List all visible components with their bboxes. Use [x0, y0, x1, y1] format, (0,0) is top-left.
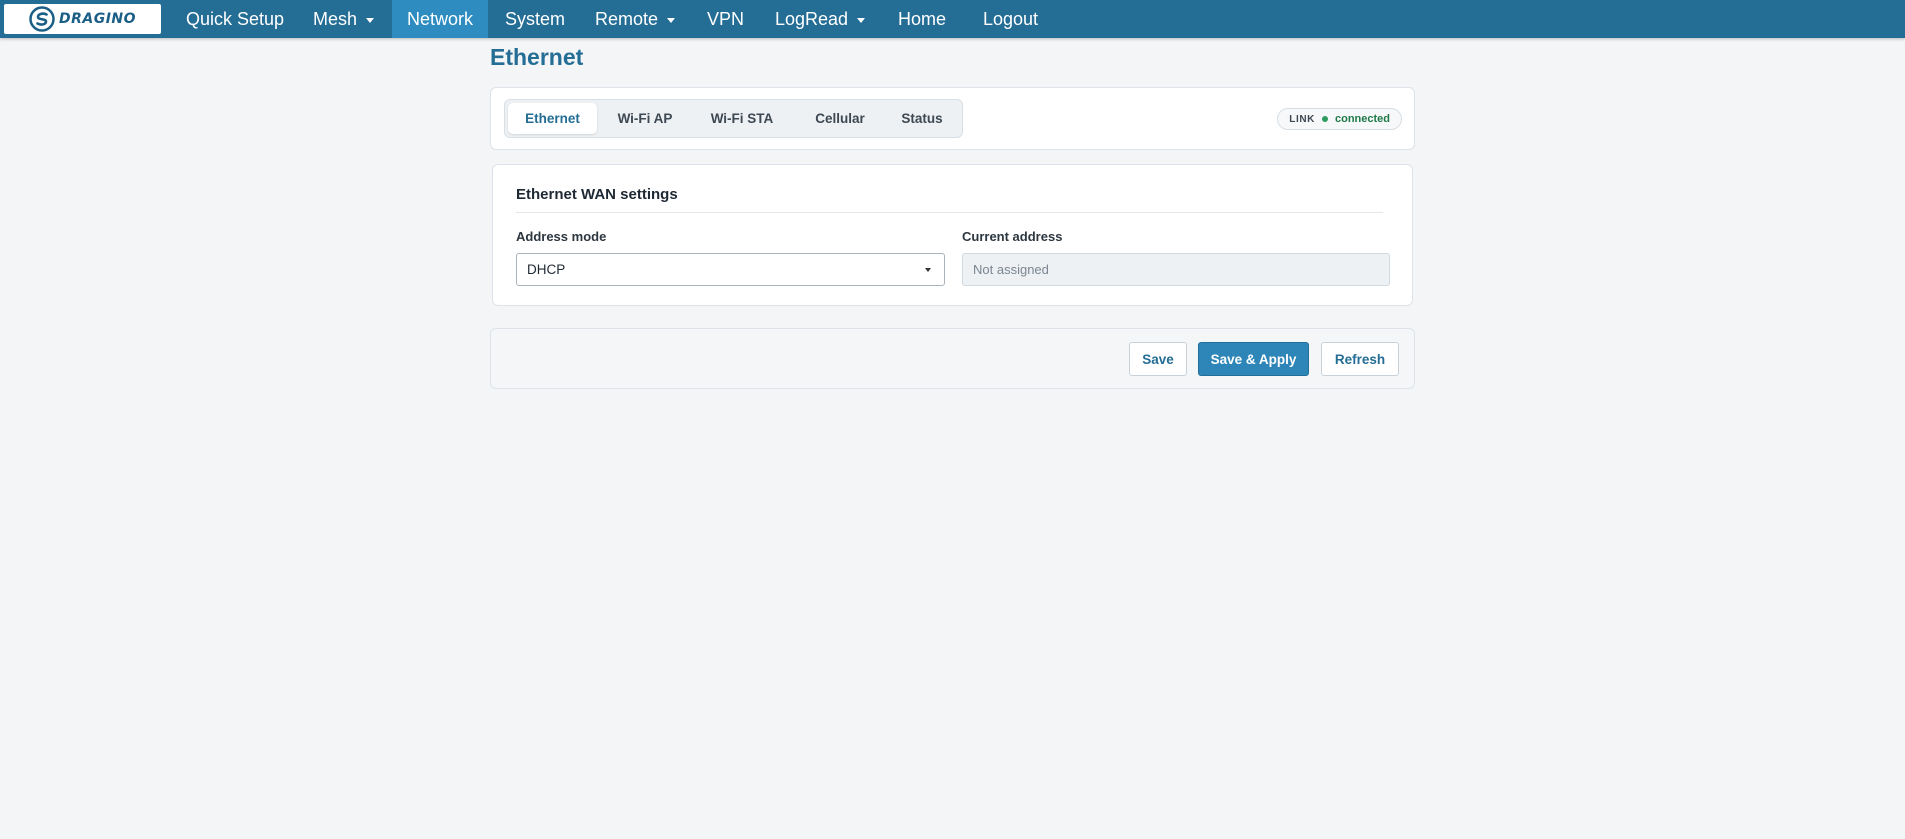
nav-mesh[interactable]: Mesh: [313, 0, 375, 38]
chevron-down-icon: [925, 268, 931, 272]
dragino-logo-icon: [29, 6, 55, 32]
nav-mesh-label: Mesh: [313, 8, 358, 29]
nav-home[interactable]: Home: [898, 0, 946, 38]
current-address-field: Not assigned: [962, 253, 1390, 286]
nav-system-label: System: [505, 8, 566, 29]
nav-quick-setup[interactable]: Quick Setup: [186, 0, 284, 38]
link-label: LINK: [1289, 113, 1315, 125]
nav-logout-label: Logout: [983, 8, 1039, 29]
dragino-logo[interactable]: DRAGINO: [4, 4, 161, 34]
chevron-down-icon: [366, 17, 375, 23]
tab-cellular[interactable]: Cellular: [796, 103, 884, 134]
nav-vpn[interactable]: VPN: [707, 0, 744, 38]
top-navbar: DRAGINO Quick Setup Mesh Network System …: [0, 0, 1905, 38]
tab-ethernet[interactable]: Ethernet: [508, 103, 597, 134]
nav-remote-label: Remote: [595, 8, 659, 29]
logo-text: DRAGINO: [58, 11, 137, 27]
save-button[interactable]: Save: [1129, 342, 1187, 376]
nav-vpn-label: VPN: [707, 8, 745, 29]
status-dot-icon: [1321, 116, 1328, 122]
tab-wifi-ap[interactable]: Wi-Fi AP: [601, 103, 689, 134]
page-title: Ethernet: [490, 44, 584, 70]
nav-home-label: Home: [898, 8, 947, 29]
ethernet-wan-settings-card: Ethernet WAN settings Address mode DHCP …: [492, 164, 1413, 306]
address-mode-select[interactable]: DHCP: [516, 253, 945, 286]
nav-remote[interactable]: Remote: [595, 0, 676, 38]
nav-logread[interactable]: LogRead: [775, 0, 866, 38]
tab-status[interactable]: Status: [886, 103, 958, 134]
nav-logout[interactable]: Logout: [983, 0, 1038, 38]
save-apply-button[interactable]: Save & Apply: [1198, 342, 1309, 376]
nav-network[interactable]: Network: [392, 0, 488, 38]
nav-logread-label: LogRead: [775, 8, 849, 29]
refresh-button[interactable]: Refresh: [1321, 342, 1399, 376]
section-divider: [516, 212, 1383, 213]
section-title: Ethernet WAN settings: [516, 186, 678, 203]
link-status-badge: LINK connected: [1277, 108, 1402, 130]
actions-bar: Save Save & Apply Refresh: [490, 328, 1415, 389]
nav-network-label: Network: [406, 8, 473, 29]
chevron-down-icon: [857, 17, 866, 23]
tabs-card: Ethernet Wi-Fi AP Wi-Fi STA Cellular Sta…: [490, 87, 1415, 150]
address-mode-label: Address mode: [516, 229, 607, 244]
tab-bar: Ethernet Wi-Fi AP Wi-Fi STA Cellular Sta…: [504, 99, 963, 138]
tab-wifi-sta[interactable]: Wi-Fi STA: [692, 103, 792, 134]
current-address-placeholder: Not assigned: [973, 262, 1049, 277]
nav-quick-setup-label: Quick Setup: [186, 8, 285, 29]
current-address-label: Current address: [962, 229, 1063, 244]
link-status-value: connected: [1334, 113, 1390, 125]
chevron-down-icon: [667, 17, 676, 23]
address-mode-value: DHCP: [527, 262, 566, 277]
nav-system[interactable]: System: [505, 0, 565, 38]
